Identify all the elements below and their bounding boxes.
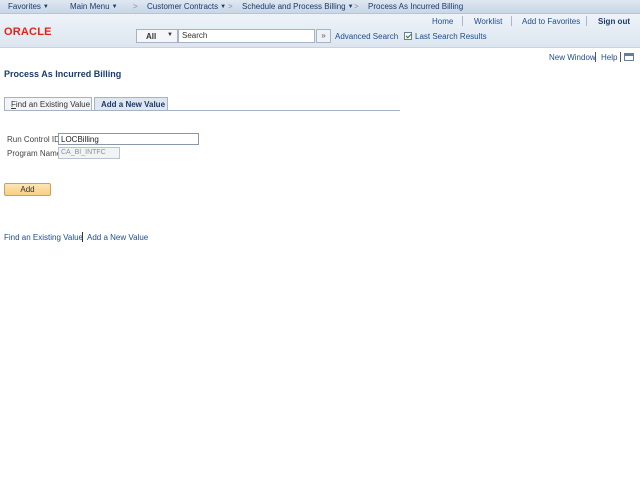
add-to-favorites-link[interactable]: Add to Favorites [522, 17, 580, 26]
search-scope-dropdown[interactable]: All ▼ [136, 29, 178, 43]
customize-page-icon[interactable] [624, 53, 634, 61]
add-button[interactable]: Add [4, 183, 51, 196]
chevron-down-icon: ▼ [347, 4, 354, 10]
breadcrumb-separator: > [133, 2, 138, 11]
last-search-results-link[interactable]: Last Search Results [415, 32, 487, 41]
divider [511, 16, 512, 26]
home-link[interactable]: Home [432, 17, 453, 26]
divider [595, 52, 596, 62]
search-go-button[interactable]: » [316, 29, 331, 43]
run-control-id-input[interactable]: LOCBilling [58, 133, 199, 145]
add-new-value-link[interactable]: Add a New Value [87, 233, 148, 242]
tab-add-new-value[interactable]: Add a New Value [94, 97, 168, 111]
run-control-id-label: Run Control ID [7, 135, 60, 144]
new-window-link[interactable]: New Window [549, 53, 596, 62]
breadcrumb-favorites[interactable]: Favorites ▼ [8, 2, 49, 11]
oracle-logo: ORACLE [4, 26, 52, 38]
worklist-link[interactable]: Worklist [474, 17, 502, 26]
breadcrumb-schedule-process-billing[interactable]: Schedule and Process Billing ▼ [242, 2, 354, 11]
search-scope-value: All [146, 32, 157, 41]
find-existing-value-link[interactable]: Find an Existing Value [4, 233, 83, 242]
breadcrumb-main-menu[interactable]: Main Menu ▼ [70, 2, 118, 11]
page-title: Process As Incurred Billing [4, 69, 122, 79]
tab-find-existing-value[interactable]: Find an Existing Value [4, 97, 92, 111]
chevron-down-icon: ▼ [220, 4, 227, 10]
program-name-field: CA_BI_INTFC [58, 147, 120, 159]
breadcrumb-customer-contracts[interactable]: Customer Contracts ▼ [147, 2, 226, 11]
advanced-search-link[interactable]: Advanced Search [335, 32, 398, 41]
chevron-down-icon: ▼ [42, 4, 49, 10]
divider [462, 16, 463, 26]
chevron-down-icon: ▼ [167, 32, 173, 38]
search-input[interactable]: Search [178, 29, 315, 43]
sign-out-link[interactable]: Sign out [598, 17, 630, 26]
breadcrumb-separator: > [228, 2, 233, 11]
chevron-down-icon: ▼ [111, 4, 118, 10]
last-search-results-icon[interactable] [404, 32, 412, 40]
divider [620, 52, 621, 62]
program-name-label: Program Name [7, 149, 62, 158]
breadcrumb: Favorites ▼ Main Menu ▼ > Customer Contrac… [0, 0, 640, 14]
divider [586, 16, 587, 26]
help-link[interactable]: Help [601, 53, 617, 62]
divider [82, 232, 83, 242]
tab-divider [4, 110, 400, 111]
breadcrumb-current-page[interactable]: Process As Incurred Billing [368, 2, 463, 11]
tab-find-label: ind an Existing Value [15, 100, 91, 109]
breadcrumb-separator: > [354, 2, 359, 11]
